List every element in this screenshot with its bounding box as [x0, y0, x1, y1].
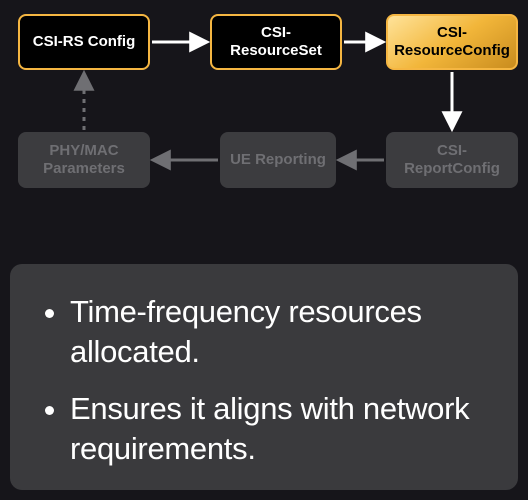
- list-item: Ensures it aligns with network requireme…: [70, 389, 488, 468]
- node-csi-rs-config: CSI-RS Config: [18, 14, 150, 70]
- node-label: PHY/MAC Parameters: [24, 142, 144, 178]
- node-csi-resourceconfig: CSI-ResourceConfig: [386, 14, 518, 70]
- node-csi-reportconfig: CSI-ReportConfig: [386, 132, 518, 188]
- description-panel: Time-frequency resources allocated. Ensu…: [10, 264, 518, 490]
- description-list: Time-frequency resources allocated. Ensu…: [52, 292, 488, 469]
- node-label: CSI-ResourceConfig: [394, 24, 510, 60]
- flow-diagram: CSI-RS Config CSI-ResourceSet CSI-Resour…: [0, 0, 528, 240]
- node-label: CSI-ResourceSet: [218, 24, 334, 60]
- node-csi-resourceset: CSI-ResourceSet: [210, 14, 342, 70]
- node-label: CSI-RS Config: [33, 33, 136, 51]
- node-phy-mac-parameters: PHY/MAC Parameters: [18, 132, 150, 188]
- node-ue-reporting: UE Reporting: [220, 132, 336, 188]
- node-label: UE Reporting: [230, 151, 326, 169]
- list-item: Time-frequency resources allocated.: [70, 292, 488, 371]
- node-label: CSI-ReportConfig: [392, 142, 512, 178]
